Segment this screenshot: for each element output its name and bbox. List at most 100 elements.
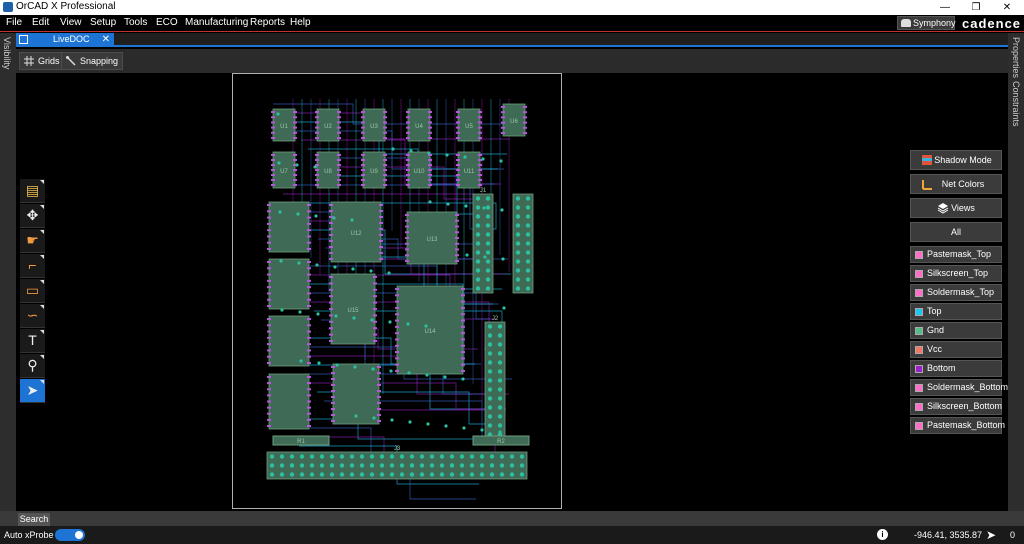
via[interactable]	[333, 265, 337, 269]
via[interactable]	[428, 200, 432, 204]
via[interactable]	[316, 312, 320, 316]
ic-pad[interactable]	[395, 351, 399, 354]
ic-pad[interactable]	[456, 179, 460, 181]
connector-pin[interactable]	[309, 463, 315, 468]
menu-manufacturing[interactable]: Manufacturing	[185, 17, 248, 28]
connector-pin[interactable]	[485, 232, 491, 237]
minimize-button[interactable]: —	[930, 0, 960, 15]
ic-pad[interactable]	[361, 116, 365, 119]
ic-pad[interactable]	[456, 126, 460, 129]
ic-pad[interactable]	[455, 225, 459, 228]
via[interactable]	[463, 155, 467, 159]
ic-pad[interactable]	[337, 184, 341, 186]
ic-pad[interactable]	[329, 320, 333, 323]
ic-refdes[interactable]: U6	[510, 119, 518, 125]
via[interactable]	[372, 416, 376, 420]
ic-pad[interactable]	[267, 279, 271, 282]
ic-pad[interactable]	[383, 121, 387, 124]
ic-pad[interactable]	[428, 131, 432, 134]
via[interactable]	[482, 206, 486, 210]
ic-pad[interactable]	[267, 330, 271, 333]
ic-pad[interactable]	[383, 179, 387, 181]
via[interactable]	[332, 216, 336, 220]
connector-pin[interactable]	[519, 454, 525, 459]
ic-pad[interactable]	[379, 222, 383, 224]
select-tool[interactable]: ➤	[20, 379, 45, 403]
layer-row[interactable]: Soldermask_Top	[910, 284, 1002, 301]
via[interactable]	[280, 308, 284, 312]
ic-pad[interactable]	[383, 159, 387, 161]
connector-pin[interactable]	[475, 259, 481, 264]
menu-edit[interactable]: Edit	[32, 17, 49, 28]
connector-pin[interactable]	[419, 463, 425, 468]
connector-pin[interactable]	[515, 250, 521, 255]
connector-pin[interactable]	[475, 196, 481, 201]
menu-reports[interactable]: Reports	[250, 17, 285, 28]
ic-pad[interactable]	[405, 231, 409, 234]
ic-pad[interactable]	[307, 394, 311, 397]
ic-pad[interactable]	[271, 131, 275, 134]
connector-pin[interactable]	[475, 223, 481, 228]
connector-pin[interactable]	[439, 472, 445, 477]
ic-pad[interactable]	[267, 388, 271, 391]
ic-pad[interactable]	[373, 320, 377, 323]
connector-pin[interactable]	[485, 250, 491, 255]
ic-pad[interactable]	[307, 376, 311, 378]
ic-pad[interactable]	[329, 234, 333, 236]
ic-pad[interactable]	[461, 357, 465, 360]
ic-pad[interactable]	[315, 131, 319, 134]
via[interactable]	[277, 161, 281, 165]
via[interactable]	[502, 306, 506, 310]
ic-pad[interactable]	[461, 351, 465, 354]
ic-pad[interactable]	[361, 174, 365, 176]
connector-pin[interactable]	[349, 463, 355, 468]
visibility-rail[interactable]: Visibility	[0, 33, 16, 511]
ic-pad[interactable]	[379, 252, 383, 254]
connector-pin[interactable]	[479, 472, 485, 477]
ic-pad[interactable]	[271, 126, 275, 129]
ic-pad[interactable]	[478, 174, 482, 176]
ic-pad[interactable]	[501, 132, 505, 134]
connector-pin[interactable]	[487, 360, 493, 365]
ic-pad[interactable]	[523, 121, 527, 124]
ic-pad[interactable]	[307, 425, 311, 427]
ic-pad[interactable]	[331, 414, 335, 416]
ic-pad[interactable]	[377, 396, 381, 398]
ic-pad[interactable]	[329, 216, 333, 218]
menu-eco[interactable]: ECO	[156, 17, 178, 28]
ic-pad[interactable]	[331, 384, 335, 386]
properties-rail-tab[interactable]: Properties	[1011, 37, 1021, 78]
ic-pad[interactable]	[383, 137, 387, 139]
layer-row[interactable]: Pastemask_Bottom	[910, 417, 1005, 434]
ic-pad[interactable]	[461, 313, 465, 316]
layer-color-swatch[interactable]	[915, 251, 923, 259]
ic-pad[interactable]	[331, 378, 335, 380]
ic-pad[interactable]	[395, 332, 399, 335]
ic-pad[interactable]	[331, 408, 335, 410]
ic-pad[interactable]	[523, 132, 527, 134]
via[interactable]	[407, 371, 411, 375]
connector-pin[interactable]	[515, 259, 521, 264]
ic-pad[interactable]	[383, 116, 387, 119]
ic-pad[interactable]	[315, 126, 319, 129]
ic-pad[interactable]	[315, 184, 319, 186]
layer-color-swatch[interactable]	[915, 289, 923, 297]
connector-pin[interactable]	[439, 454, 445, 459]
ic-pad[interactable]	[379, 258, 383, 260]
ic-pad[interactable]	[329, 340, 333, 342]
ic-pad[interactable]	[377, 390, 381, 392]
ic-pad[interactable]	[383, 169, 387, 171]
ic-pad[interactable]	[478, 159, 482, 161]
connector-pin[interactable]	[497, 324, 503, 329]
via[interactable]	[444, 424, 448, 428]
ic-pad[interactable]	[456, 121, 460, 124]
ic-pad[interactable]	[377, 378, 381, 380]
ic-pad[interactable]	[267, 305, 271, 307]
connector-pin[interactable]	[299, 472, 305, 477]
connector-pin[interactable]	[329, 463, 335, 468]
ic-pad[interactable]	[267, 248, 271, 250]
connector-pin[interactable]	[269, 454, 275, 459]
ic-pad[interactable]	[329, 301, 333, 304]
connector-pin[interactable]	[475, 214, 481, 219]
via[interactable]	[483, 255, 487, 259]
